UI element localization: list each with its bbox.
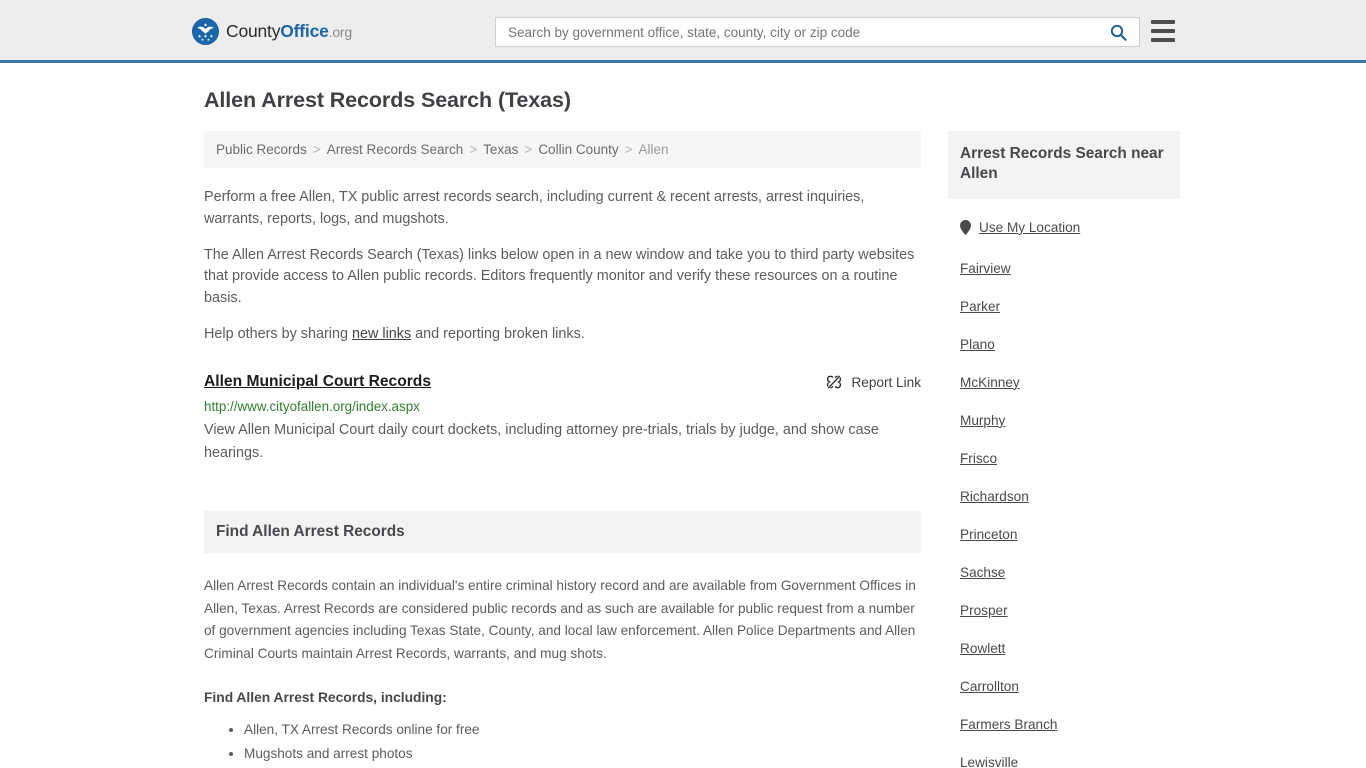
logo-text-org: .org: [328, 23, 353, 40]
logo-text-office: Office: [280, 20, 329, 41]
sidebar-city-sachse[interactable]: Sachse: [960, 565, 1005, 580]
result-item: Allen Municipal Court Records Report Lin…: [204, 372, 921, 466]
page-body: Allen Arrest Records Search (Texas) Publ…: [0, 63, 1366, 768]
sidebar: Arrest Records Search near Allen Use My …: [948, 130, 1180, 768]
section-list: Allen, TX Arrest Records online for free…: [204, 718, 921, 768]
sidebar-city-carrollton[interactable]: Carrollton: [960, 679, 1019, 694]
result-url-link[interactable]: http://www.cityofallen.org/index.aspx: [204, 398, 921, 415]
use-my-location-link[interactable]: Use My Location: [960, 219, 1081, 235]
intro-text: Perform a free Allen, TX public arrest r…: [204, 187, 921, 346]
list-item: McKinney: [948, 364, 1180, 402]
map-pin-icon: [960, 219, 971, 235]
hamburger-bar-3: [1151, 38, 1175, 42]
list-item: Farmers Branch: [948, 706, 1180, 744]
main-column: Public Records > Arrest Records Search >…: [204, 130, 921, 768]
section-body: Allen Arrest Records contain an individu…: [204, 575, 921, 768]
search-input[interactable]: [506, 18, 1107, 46]
hamburger-bar-1: [1151, 20, 1175, 24]
site-logo-link[interactable]: CountyOffice.org: [192, 18, 352, 45]
breadcrumb-separator: >: [312, 141, 321, 157]
nearby-cities-list: Use My Location Fairview Parker Plano Mc…: [948, 199, 1180, 768]
sidebar-city-prosper[interactable]: Prosper: [960, 603, 1008, 618]
breadcrumb-separator: >: [624, 141, 633, 157]
list-item: Fairview: [948, 250, 1180, 288]
sidebar-city-frisco[interactable]: Frisco: [960, 451, 997, 466]
hamburger-bar-2: [1151, 29, 1175, 33]
sidebar-city-mckinney[interactable]: McKinney: [960, 375, 1020, 390]
sidebar-city-princeton[interactable]: Princeton: [960, 527, 1017, 542]
list-item: Mugshots and arrest photos: [244, 742, 921, 765]
sidebar-city-plano[interactable]: Plano: [960, 337, 995, 352]
result-title-link[interactable]: Allen Municipal Court Records: [204, 372, 431, 391]
find-records-section: Find Allen Arrest Records Allen Arrest R…: [204, 510, 921, 768]
breadcrumb-item-1[interactable]: Arrest Records Search: [327, 142, 464, 157]
header-inner: CountyOffice.org: [0, 0, 1366, 60]
intro-p3-suffix: and reporting broken links.: [411, 326, 585, 343]
list-item: Use My Location: [948, 199, 1180, 250]
intro-paragraph-3: Help others by sharing new links and rep…: [204, 324, 921, 346]
broken-link-icon: [826, 374, 842, 390]
intro-paragraph-1: Perform a free Allen, TX public arrest r…: [204, 188, 865, 227]
breadcrumb-separator: >: [524, 141, 533, 157]
list-item: Rowlett: [948, 630, 1180, 668]
intro-paragraph-2: The Allen Arrest Records Search (Texas) …: [204, 246, 915, 307]
list-item: Richardson: [948, 478, 1180, 516]
site-logo-text: CountyOffice.org: [226, 20, 353, 41]
breadcrumb-separator: >: [469, 141, 478, 157]
hamburger-menu-icon[interactable]: [1151, 20, 1175, 42]
site-header: CountyOffice.org: [0, 0, 1366, 63]
result-header: Allen Municipal Court Records Report Lin…: [204, 372, 921, 391]
intro-p3-prefix: Help others by sharing: [204, 326, 352, 343]
list-item: Princeton: [948, 516, 1180, 554]
list-item: Parker: [948, 288, 1180, 326]
sidebar-city-parker[interactable]: Parker: [960, 299, 1000, 314]
breadcrumb: Public Records > Arrest Records Search >…: [204, 130, 921, 168]
breadcrumb-item-3[interactable]: Collin County: [538, 142, 618, 157]
sidebar-city-lewisville[interactable]: Lewisville: [960, 755, 1018, 768]
new-links-link[interactable]: new links: [352, 326, 411, 342]
search-icon[interactable]: [1107, 21, 1129, 43]
sidebar-city-murphy[interactable]: Murphy: [960, 413, 1005, 428]
sidebar-city-fairview[interactable]: Fairview: [960, 261, 1011, 276]
sidebar-city-richardson[interactable]: Richardson: [960, 489, 1029, 504]
eagle-seal-icon: [192, 18, 219, 45]
section-heading: Find Allen Arrest Records: [204, 510, 921, 553]
list-item: Carrollton: [948, 668, 1180, 706]
report-link-label: Report Link: [851, 374, 921, 390]
list-item: Lewisville: [948, 744, 1180, 768]
sidebar-city-farmers-branch[interactable]: Farmers Branch: [960, 717, 1057, 732]
breadcrumb-item-current: Allen: [638, 141, 669, 157]
list-item: Allen, TX Arrest Records online for free: [244, 718, 921, 741]
content-container: Allen Arrest Records Search (Texas) Publ…: [0, 63, 1366, 768]
result-description: View Allen Municipal Court daily court d…: [204, 422, 879, 462]
logo-text-county: County: [226, 20, 281, 41]
list-item: Murphy: [948, 402, 1180, 440]
page-title: Allen Arrest Records Search (Texas): [204, 88, 571, 112]
sidebar-city-rowlett[interactable]: Rowlett: [960, 641, 1005, 656]
section-paragraph: Allen Arrest Records contain an individu…: [204, 577, 916, 662]
list-item: Frisco: [948, 440, 1180, 478]
breadcrumb-item-2[interactable]: Texas: [483, 142, 518, 157]
sidebar-heading: Arrest Records Search near Allen: [948, 130, 1180, 199]
breadcrumb-item-0[interactable]: Public Records: [216, 142, 307, 157]
search-bar[interactable]: [495, 17, 1140, 47]
list-item: Prosper: [948, 592, 1180, 630]
list-item: Sachse: [948, 554, 1180, 592]
report-link-button[interactable]: Report Link: [826, 372, 921, 390]
page-layout: Public Records > Arrest Records Search >…: [204, 130, 1180, 768]
list-item: Plano: [948, 326, 1180, 364]
section-list-heading: Find Allen Arrest Records, including:: [204, 690, 447, 706]
use-my-location-label: Use My Location: [979, 219, 1081, 235]
